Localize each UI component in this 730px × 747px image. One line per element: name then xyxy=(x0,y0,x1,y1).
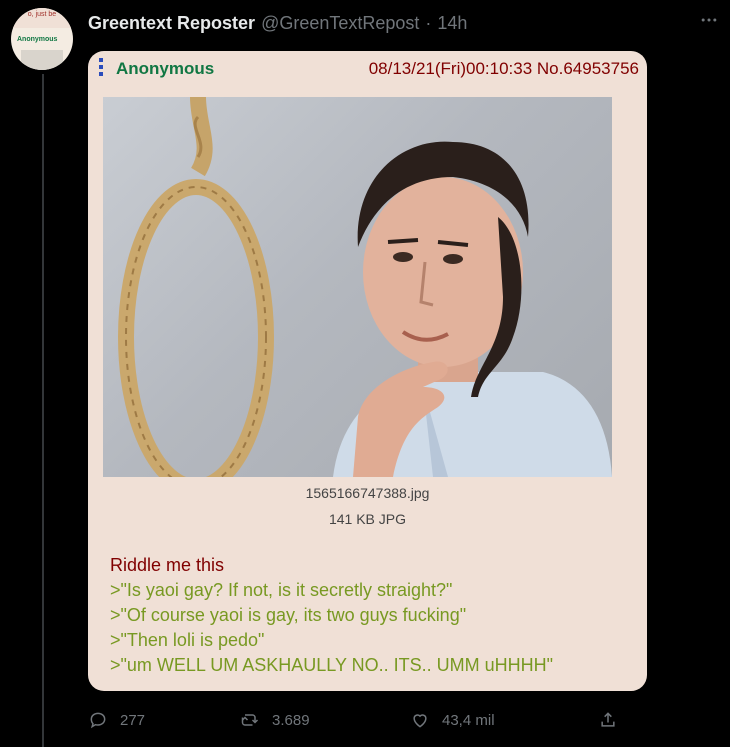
greentext-line: >"Then loli is pedo" xyxy=(110,630,265,650)
tweet-time[interactable]: 14h xyxy=(437,13,467,34)
display-name[interactable]: Greentext Reposter xyxy=(88,13,255,34)
post-menu-icon[interactable] xyxy=(98,58,110,80)
greentext-line: >"um WELL UM ASKHAULLY NO.. ITS.. UMM uH… xyxy=(110,655,554,675)
avatar-caption: o, just be xyxy=(11,8,73,28)
post-image[interactable] xyxy=(103,97,612,477)
post-line: Riddle me this xyxy=(110,555,225,575)
retweet-icon xyxy=(241,714,259,726)
post-meta: 08/13/21(Fri)00:10:33 No.64953756 xyxy=(368,59,639,78)
file-name[interactable]: 1565166747388.jpg xyxy=(88,485,647,501)
more-horizontal-icon[interactable] xyxy=(696,10,722,32)
tweet-actions: 277 3.689 43,4 mil xyxy=(88,705,648,735)
noose-and-man-illustration xyxy=(118,97,612,477)
greentext-line: >"Is yaoi gay? If not, is it secretly st… xyxy=(110,580,453,600)
post-body: Riddle me this >"Is yaoi gay? If not, is… xyxy=(110,553,630,678)
separator-dot: · xyxy=(425,12,432,33)
like-count: 43,4 mil xyxy=(442,711,495,729)
like-button[interactable]: 43,4 mil xyxy=(410,705,495,735)
avatar[interactable]: o, just be Anonymous xyxy=(11,8,73,70)
thread-line xyxy=(42,74,44,747)
reply-button[interactable]: 277 xyxy=(88,705,145,735)
share-button[interactable] xyxy=(598,705,630,735)
media-card[interactable]: Anonymous 08/13/21(Fri)00:10:33 No.64953… xyxy=(88,51,647,691)
reply-icon xyxy=(90,712,106,729)
heart-icon xyxy=(413,714,427,728)
user-handle[interactable]: @GreenTextRepost xyxy=(261,13,419,34)
retweet-count: 3.689 xyxy=(272,711,310,729)
avatar-image xyxy=(21,50,63,70)
greentext-line: >"Of course yaoi is gay, its two guys fu… xyxy=(110,605,467,625)
file-size: 141 KB JPG xyxy=(328,511,407,527)
share-icon xyxy=(601,712,615,727)
post-name: Anonymous xyxy=(116,59,215,78)
post-header: Anonymous 08/13/21(Fri)00:10:33 No.64953… xyxy=(98,57,639,81)
reply-count: 277 xyxy=(120,711,146,729)
retweet-button[interactable]: 3.689 xyxy=(240,705,310,735)
tweet-header: Greentext Reposter @GreenTextRepost · 14… xyxy=(88,12,467,34)
avatar-name: Anonymous xyxy=(17,36,58,43)
